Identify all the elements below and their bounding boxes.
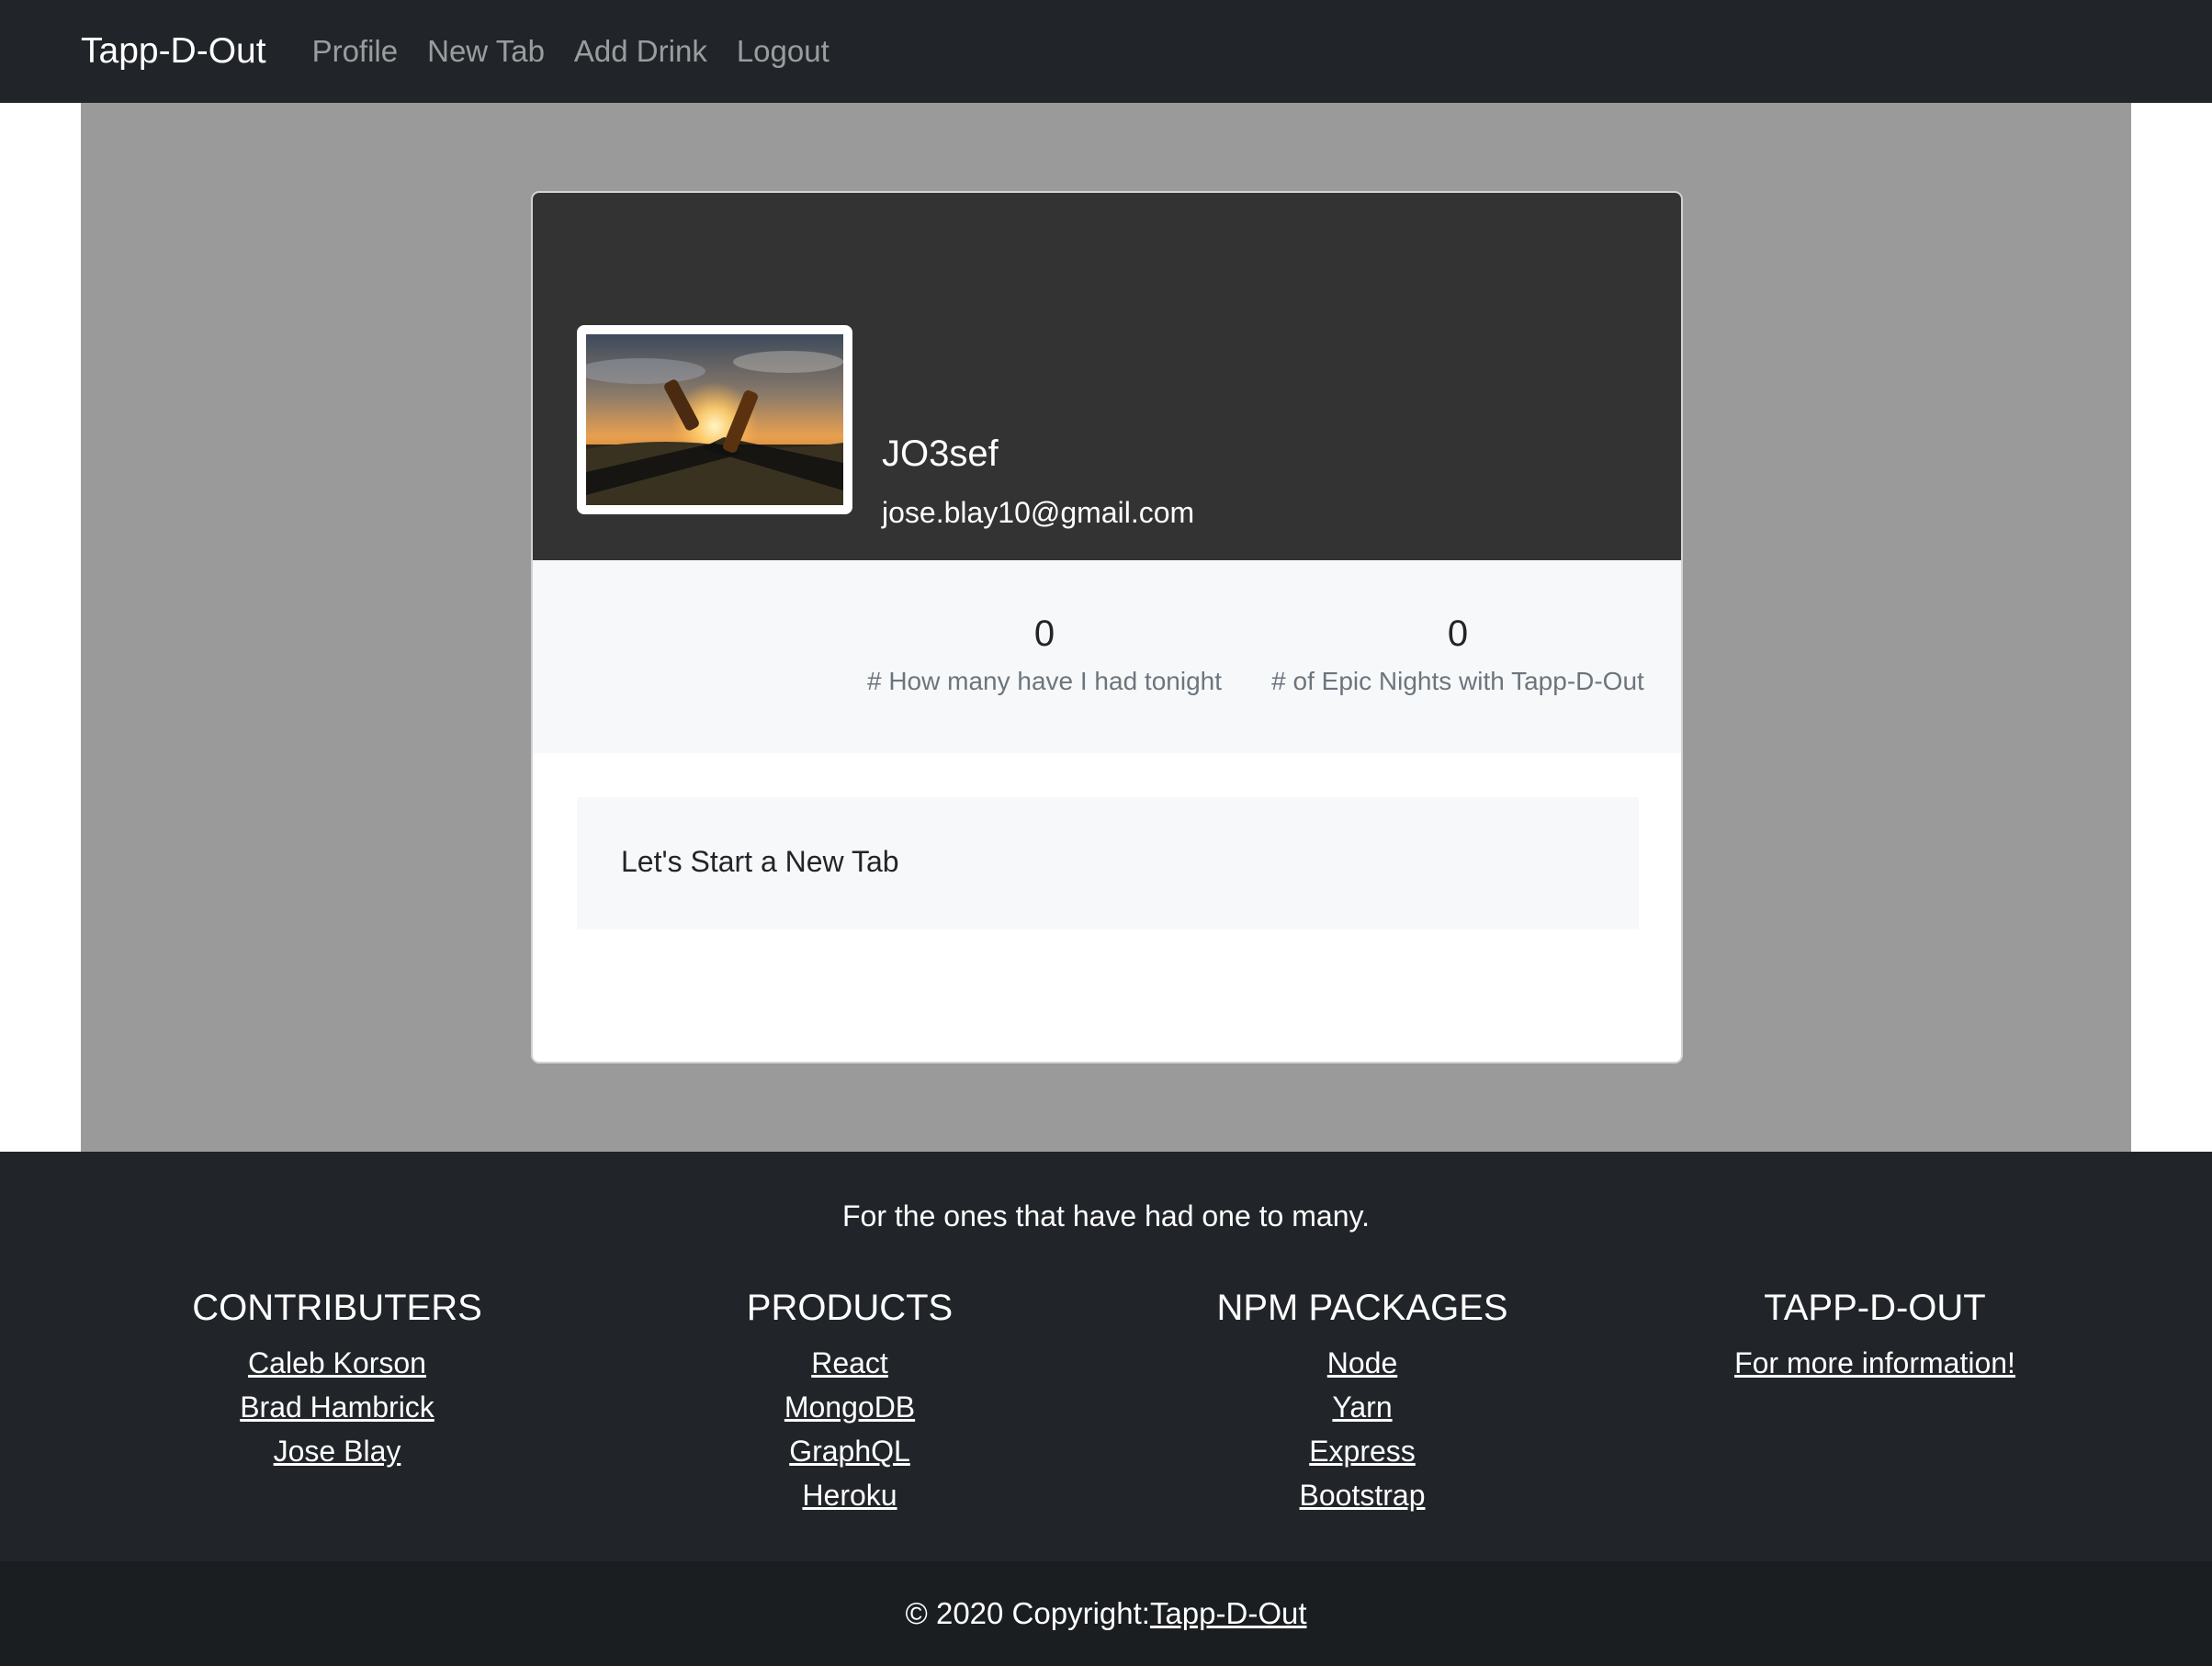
footer-link-mongodb[interactable]: MongoDB: [592, 1385, 1107, 1429]
copyright-bar: © 2020 Copyright: Tapp-D-Out: [0, 1561, 2212, 1666]
new-tab-label[interactable]: Let's Start a New Tab: [621, 845, 899, 879]
brand-link[interactable]: Tapp-D-Out: [81, 31, 266, 72]
stat-epic-nights-value: 0: [1447, 613, 1469, 654]
footer-column-title: NPM PACKAGES: [1216, 1288, 1508, 1328]
footer-column-npm-packages: NPM PACKAGES Node Yarn Express Bootstrap: [1105, 1282, 1620, 1517]
footer-column-products: PRODUCTS React MongoDB GraphQL Heroku: [592, 1282, 1107, 1517]
profile-stats: 0 # How many have I had tonight 0 # of E…: [533, 560, 1681, 753]
nav-link-add-drink[interactable]: Add Drink: [574, 34, 707, 69]
avatar: [577, 325, 852, 514]
footer-link-brad-hambrick[interactable]: Brad Hambrick: [80, 1385, 594, 1429]
footer-column-tapp-d-out: TAPP-D-OUT For more information!: [1618, 1282, 2132, 1385]
footer-link-graphql[interactable]: GraphQL: [592, 1429, 1107, 1473]
copyright-link[interactable]: Tapp-D-Out: [1150, 1596, 1307, 1631]
footer-link-yarn[interactable]: Yarn: [1105, 1385, 1620, 1429]
nav-link-profile[interactable]: Profile: [312, 34, 399, 69]
stat-epic-nights: 0 # of Epic Nights with Tapp-D-Out: [1251, 610, 1665, 696]
main-content: JO3sef jose.blay10@gmail.com 0 # How man…: [81, 103, 2131, 1152]
new-tab-panel[interactable]: Let's Start a New Tab: [577, 797, 1639, 929]
footer-link-caleb-korson[interactable]: Caleb Korson: [80, 1341, 594, 1385]
profile-email: jose.blay10@gmail.com: [882, 496, 1195, 529]
profile-username: JO3sef: [882, 433, 999, 474]
profile-card: JO3sef jose.blay10@gmail.com 0 # How man…: [531, 191, 1683, 1064]
stat-drinks-tonight-label: # How many have I had tonight: [866, 667, 1222, 695]
top-navbar: Tapp-D-Out Profile New Tab Add Drink Log…: [0, 0, 2212, 103]
stat-epic-nights-label: # of Epic Nights with Tapp-D-Out: [1271, 667, 1644, 695]
profile-header: JO3sef jose.blay10@gmail.com: [533, 193, 1681, 560]
stat-drinks-tonight-value: 0: [1033, 613, 1055, 654]
nav-link-logout[interactable]: Logout: [737, 34, 830, 69]
beer-toast-photo-icon: [586, 334, 843, 505]
footer-tagline: For the ones that have had one to many.: [842, 1199, 1370, 1233]
nav-link-new-tab[interactable]: New Tab: [427, 34, 545, 69]
footer-link-express[interactable]: Express: [1105, 1429, 1620, 1473]
footer-link-jose-blay[interactable]: Jose Blay: [80, 1429, 594, 1473]
footer-link-more-information[interactable]: For more information!: [1618, 1341, 2132, 1385]
page-footer: For the ones that have had one to many. …: [0, 1152, 2212, 1561]
footer-column-title: TAPP-D-OUT: [1764, 1288, 1986, 1328]
footer-link-react[interactable]: React: [592, 1341, 1107, 1385]
stat-drinks-tonight: 0 # How many have I had tonight: [847, 610, 1242, 696]
footer-link-heroku[interactable]: Heroku: [592, 1473, 1107, 1517]
copyright-text: © 2020 Copyright:: [905, 1596, 1150, 1630]
footer-link-node[interactable]: Node: [1105, 1341, 1620, 1385]
footer-column-contributers: CONTRIBUTERS Caleb Korson Brad Hambrick …: [80, 1282, 594, 1473]
footer-column-title: CONTRIBUTERS: [192, 1288, 482, 1328]
footer-link-bootstrap[interactable]: Bootstrap: [1105, 1473, 1620, 1517]
footer-column-title: PRODUCTS: [746, 1288, 954, 1328]
